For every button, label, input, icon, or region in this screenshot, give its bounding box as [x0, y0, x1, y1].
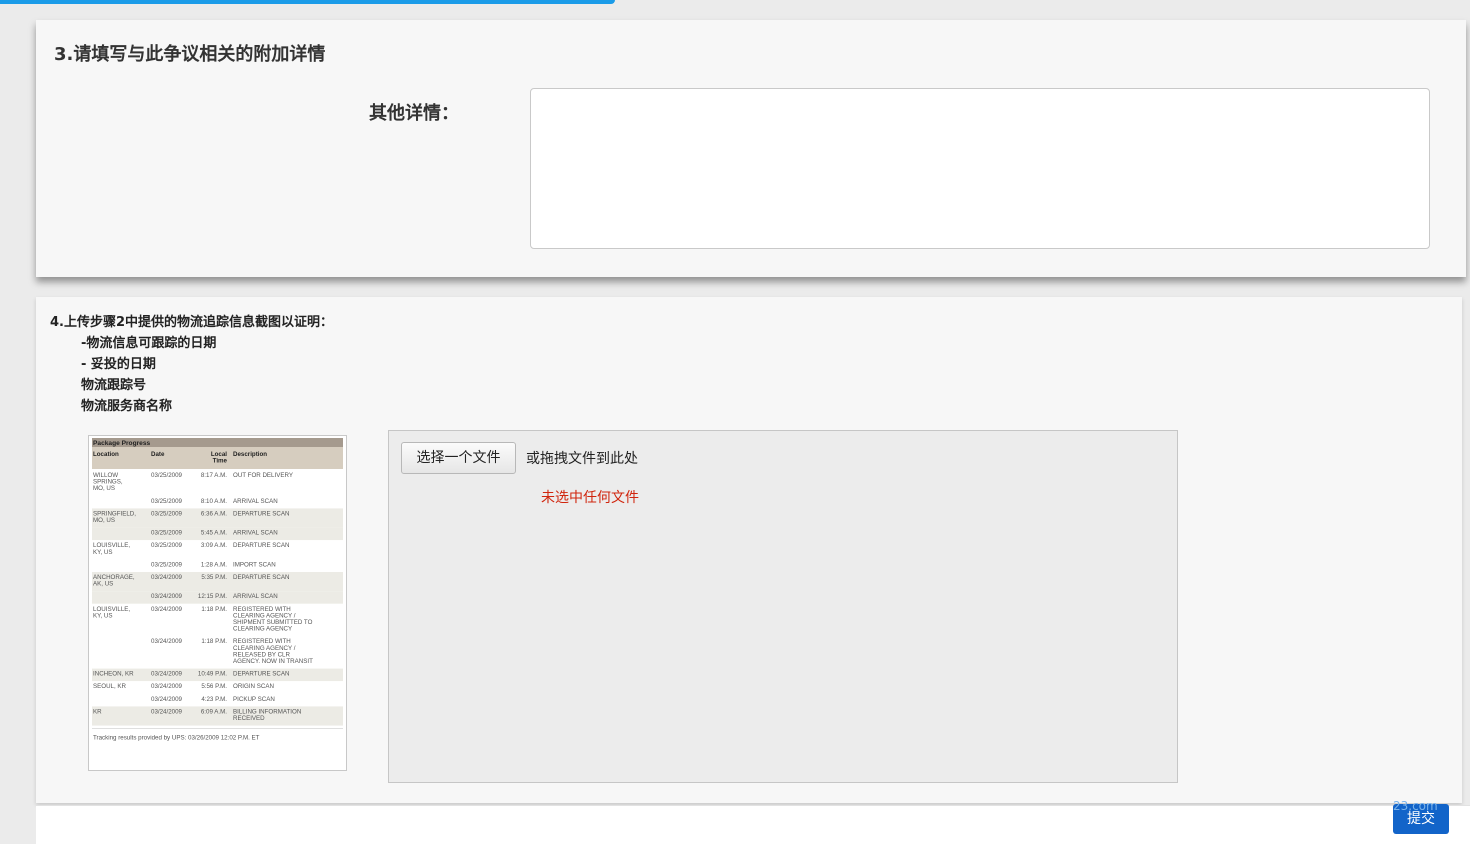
- example-column-header: Description: [233, 451, 267, 458]
- example-description: ORIGIN SCAN: [233, 683, 274, 690]
- upload-instructions: 4.上传步骤2中提供的物流追踪信息截图以证明： -物流信息可跟踪的日期 - 妥投…: [50, 312, 333, 417]
- example-time: 1:28 A.M.: [201, 561, 227, 568]
- instruction-item: 物流服务商名称: [81, 399, 173, 414]
- example-location: MO, US: [93, 517, 115, 524]
- other-details-textarea[interactable]: [530, 88, 1430, 249]
- example-location: KY, US: [93, 549, 113, 556]
- example-title: Package Progress: [93, 440, 151, 447]
- example-time: 4:23 P.M.: [201, 696, 227, 703]
- no-file-selected-message: 未选中任何文件: [541, 490, 639, 506]
- example-description: PICKUP SCAN: [233, 696, 275, 703]
- upload-proof-section: 4.上传步骤2中提供的物流追踪信息截图以证明： -物流信息可跟踪的日期 - 妥投…: [36, 297, 1462, 803]
- example-date: 03/24/2009: [151, 638, 183, 645]
- tracking-example-table: Package ProgressLocation Date LocalTimeDes…: [92, 438, 343, 742]
- example-column-header: Location: [93, 451, 119, 458]
- example-description: DEPARTURE SCAN: [233, 671, 290, 678]
- example-time: 6:09 A.M.: [201, 708, 227, 715]
- section-4-title: 4.上传步骤2中提供的物流追踪信息截图以证明：: [50, 315, 334, 330]
- example-description: ARRIVAL SCAN: [233, 498, 278, 505]
- example-date: 03/25/2009: [151, 510, 183, 517]
- example-date: 03/25/2009: [151, 542, 183, 549]
- example-time: 1:18 P.M.: [201, 606, 227, 613]
- example-date: 03/24/2009: [151, 696, 183, 703]
- example-date: 03/25/2009: [151, 498, 183, 505]
- example-time: 3:09 A.M.: [201, 542, 227, 549]
- example-time: 1:18 P.M.: [201, 638, 227, 645]
- example-date: 03/25/2009: [151, 530, 183, 537]
- example-time: 8:10 A.M.: [201, 498, 227, 505]
- example-time: 8:17 A.M.: [201, 472, 227, 479]
- instruction-item: - 妥投的日期: [81, 357, 156, 372]
- example-column-header: Time: [213, 458, 228, 465]
- choose-file-button[interactable]: 选择一个文件: [401, 442, 516, 474]
- other-details-label: 其他详情：: [369, 103, 459, 124]
- example-time: 5:56 P.M.: [201, 683, 227, 690]
- additional-details-section: 3.请填写与此争议相关的附加详情 其他详情：: [36, 20, 1466, 277]
- example-location: AK, US: [93, 581, 113, 588]
- example-date: 03/24/2009: [151, 671, 183, 678]
- example-location: INCHEON, KR: [93, 671, 134, 678]
- example-description: DEPARTURE SCAN: [233, 510, 290, 517]
- example-description: ARRIVAL SCAN: [233, 530, 278, 537]
- example-date: 03/24/2009: [151, 574, 183, 581]
- example-location: SEOUL, KR: [93, 683, 127, 690]
- example-date: 03/24/2009: [151, 683, 183, 690]
- example-description: DEPARTURE SCAN: [233, 542, 290, 549]
- instruction-item: 物流跟踪号: [81, 378, 147, 393]
- example-location: MO, US: [93, 485, 115, 492]
- instruction-item: -物流信息可跟踪的日期: [81, 336, 217, 351]
- example-footer: Tracking results provided by UPS: 03/26/…: [93, 735, 260, 742]
- example-time: 5:45 A.M.: [201, 530, 227, 537]
- example-location: KR: [93, 708, 102, 715]
- example-description: RECEIVED: [233, 715, 265, 722]
- example-date: 03/24/2009: [151, 708, 183, 715]
- example-description: CLEARING AGENCY: [233, 626, 292, 633]
- example-location: KY, US: [93, 612, 113, 619]
- file-drop-zone[interactable]: 选择一个文件 或拖拽文件到此处 未选中任何文件: [388, 430, 1178, 783]
- example-description: OUT FOR DELIVERY: [233, 472, 293, 479]
- example-date: 03/25/2009: [151, 472, 183, 479]
- example-description: IMPORT SCAN: [233, 561, 276, 568]
- example-time: 6:36 A.M.: [201, 510, 227, 517]
- section-3-title: 3.请填写与此争议相关的附加详情: [54, 44, 326, 65]
- bottom-action-bar: [36, 805, 1470, 844]
- example-description: DEPARTURE SCAN: [233, 574, 290, 581]
- example-description: ARRIVAL SCAN: [233, 593, 278, 600]
- example-date: 03/24/2009: [151, 606, 183, 613]
- tracking-example-image: Package Progress Location Date Local Time Des…: [88, 435, 347, 771]
- example-date: 03/25/2009: [151, 561, 183, 568]
- example-description: AGENCY. NOW IN TRANSIT: [233, 658, 313, 665]
- top-accent-bar: [0, 0, 615, 4]
- example-date: 03/24/2009: [151, 593, 183, 600]
- example-time: 5:35 P.M.: [201, 574, 227, 581]
- example-time: 12:15 P.M.: [198, 593, 227, 600]
- watermark: 23.com: [1393, 799, 1438, 813]
- example-column-header: Date: [151, 451, 165, 458]
- example-time: 10:49 P.M.: [198, 671, 227, 678]
- drag-drop-hint: 或拖拽文件到此处: [526, 451, 638, 467]
